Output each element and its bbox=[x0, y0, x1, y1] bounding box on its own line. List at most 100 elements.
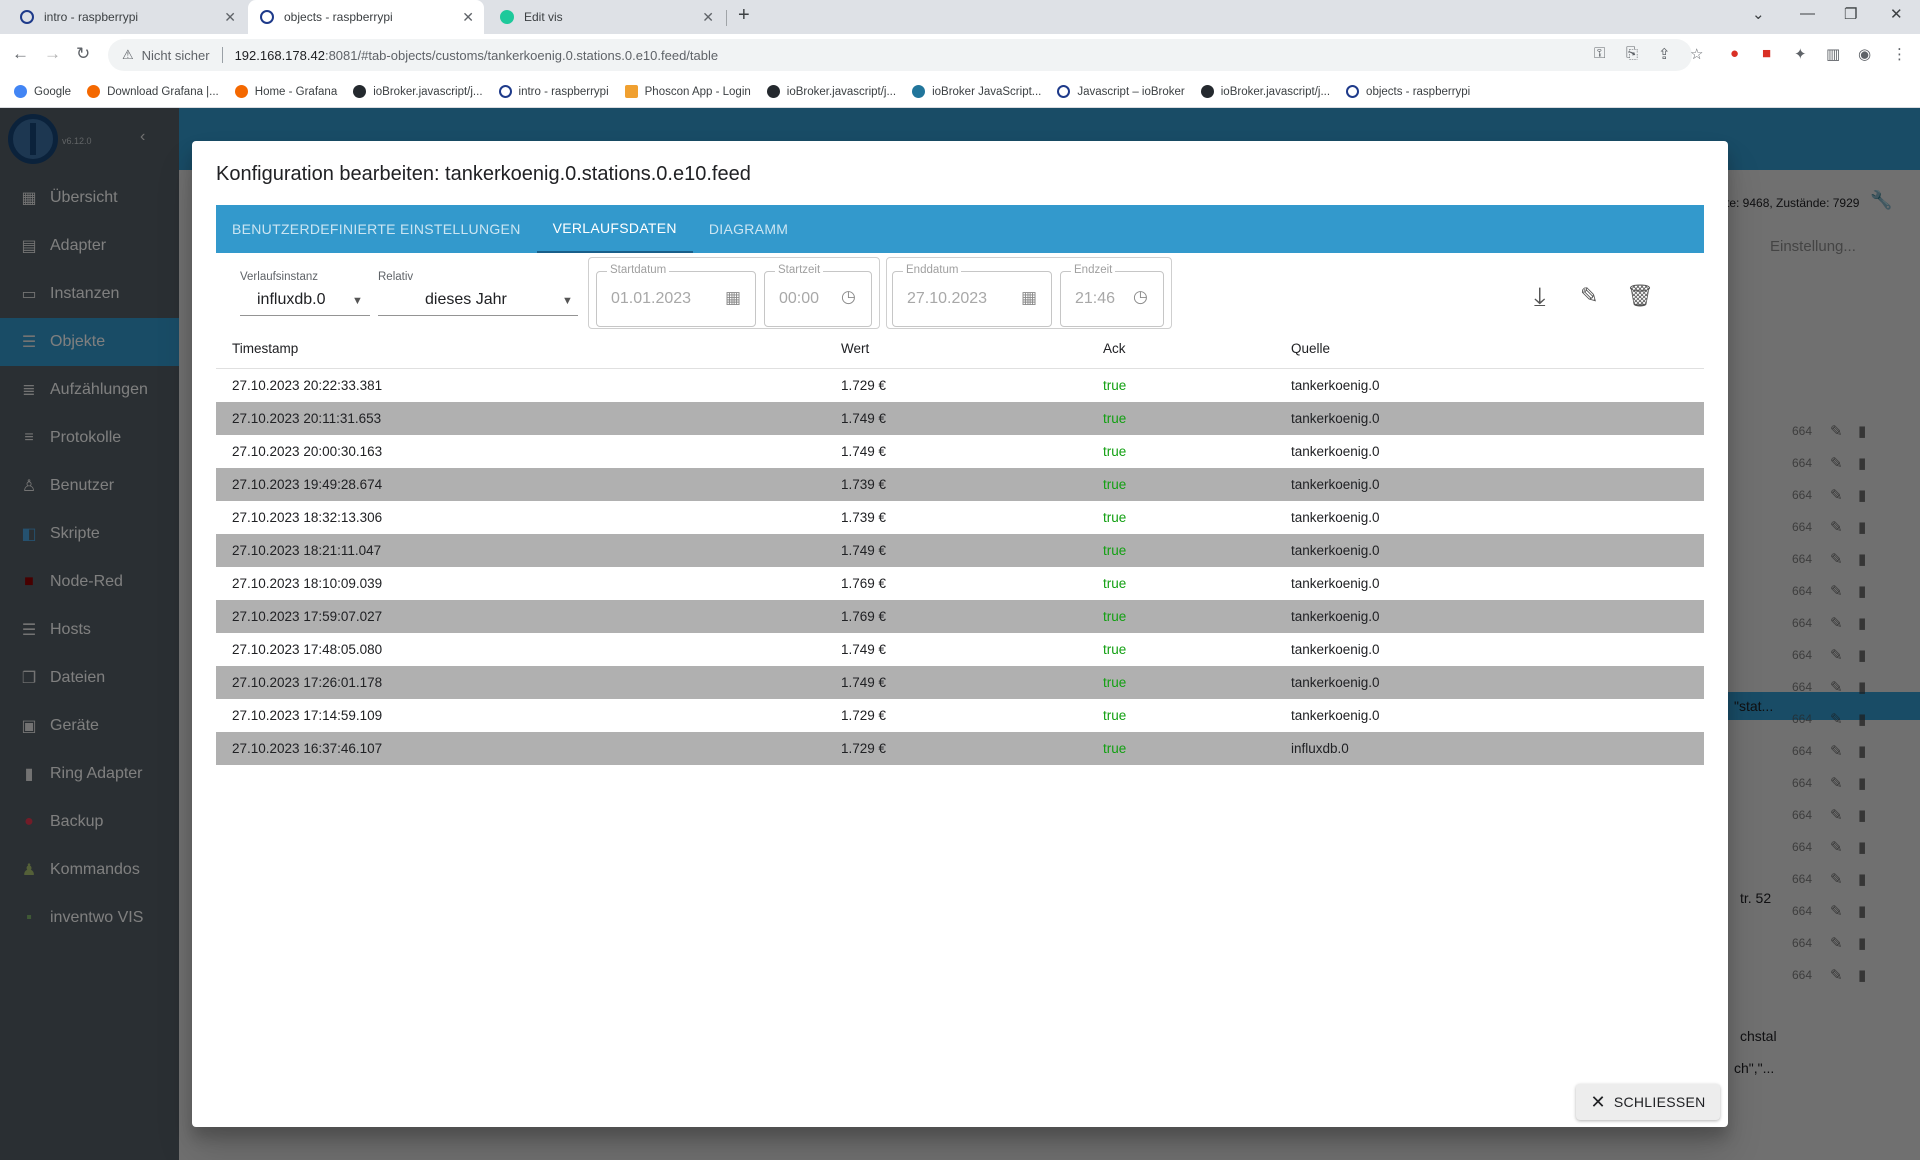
relative-range-select[interactable]: Relativ dieses Jahr ▼ bbox=[378, 257, 578, 317]
share-icon[interactable]: ⇪ bbox=[1658, 45, 1671, 63]
tab-chart[interactable]: DIAGRAMM bbox=[693, 205, 804, 253]
bookmark-intro[interactable]: intro - raspberrypi bbox=[498, 85, 609, 98]
table-row[interactable]: 27.10.2023 20:00:30.163 1.749 € true tan… bbox=[216, 435, 1704, 468]
cell-value: 1.729 € bbox=[841, 708, 887, 723]
table-row[interactable]: 27.10.2023 16:37:46.107 1.729 € true inf… bbox=[216, 732, 1704, 765]
vis-favicon-icon bbox=[500, 10, 514, 24]
reload-icon[interactable]: ↻ bbox=[76, 44, 90, 64]
bookmark-github-3[interactable]: ioBroker.javascript/j... bbox=[1200, 85, 1331, 98]
start-time-value: 00:00 bbox=[779, 290, 820, 307]
table-row[interactable]: 27.10.2023 17:48:05.080 1.749 € true tan… bbox=[216, 633, 1704, 666]
cell-source: tankerkoenig.0 bbox=[1291, 510, 1380, 525]
column-header-timestamp[interactable]: Timestamp bbox=[216, 341, 841, 356]
bookmark-label: Home - Grafana bbox=[254, 85, 338, 98]
close-tab-icon[interactable]: ✕ bbox=[224, 9, 236, 26]
iobroker-favicon-icon bbox=[20, 10, 34, 24]
back-icon[interactable]: ← bbox=[12, 44, 29, 64]
bookmark-star-icon[interactable]: ☆ bbox=[1690, 45, 1703, 63]
table-row[interactable]: 27.10.2023 17:59:07.027 1.769 € true tan… bbox=[216, 600, 1704, 633]
google-icon bbox=[14, 85, 27, 98]
table-row[interactable]: 27.10.2023 17:26:01.178 1.749 € true tan… bbox=[216, 666, 1704, 699]
browser-tab-intro[interactable]: intro - raspberrypi ✕ bbox=[8, 0, 246, 34]
new-tab-icon[interactable]: + bbox=[738, 4, 750, 27]
table-row[interactable]: 27.10.2023 17:14:59.109 1.729 € true tan… bbox=[216, 699, 1704, 732]
download-icon[interactable]: ⤓ bbox=[1534, 281, 1546, 313]
close-button[interactable]: ✕ SCHLIESSEN bbox=[1576, 1084, 1720, 1120]
start-date-value: 01.01.2023 bbox=[611, 290, 692, 307]
address-bar[interactable]: ⚠ Nicht sicher 192.168.178.42:8081/#tab-… bbox=[108, 39, 1692, 71]
table-row[interactable]: 27.10.2023 18:10:09.039 1.769 € true tan… bbox=[216, 567, 1704, 600]
cell-source: tankerkoenig.0 bbox=[1291, 642, 1380, 657]
cell-source: tankerkoenig.0 bbox=[1291, 609, 1380, 624]
table-row[interactable]: 27.10.2023 18:21:11.047 1.749 € true tan… bbox=[216, 534, 1704, 567]
history-filters: Verlaufsinstanz influxdb.0 ▼ Relativ die… bbox=[216, 257, 1704, 329]
bookmark-phoscon[interactable]: Phoscon App - Login bbox=[624, 85, 751, 98]
cell-ack: true bbox=[1103, 741, 1127, 756]
bookmark-download-grafana[interactable]: Download Grafana |... bbox=[87, 85, 219, 98]
column-header-ack[interactable]: Ack bbox=[1103, 341, 1291, 356]
bookmark-label: ioBroker.javascript/j... bbox=[1220, 85, 1331, 98]
history-instance-select[interactable]: Verlaufsinstanz influxdb.0 ▼ bbox=[240, 257, 370, 317]
column-header-source[interactable]: Quelle bbox=[1291, 341, 1704, 356]
side-panel-icon[interactable]: ▥ bbox=[1826, 45, 1840, 63]
start-time-label: Startzeit bbox=[775, 264, 824, 276]
browser-tab-edit-vis[interactable]: Edit vis ✕ bbox=[488, 0, 724, 34]
close-tab-icon[interactable]: ✕ bbox=[702, 9, 714, 26]
minimize-icon[interactable]: — bbox=[1800, 5, 1815, 22]
cell-timestamp: 27.10.2023 20:22:33.381 bbox=[232, 378, 383, 393]
cell-source: tankerkoenig.0 bbox=[1291, 708, 1380, 723]
key-icon[interactable]: ⚿ bbox=[1594, 45, 1605, 62]
start-time-field[interactable]: Startzeit 00:00 ◷ bbox=[764, 264, 872, 327]
tab-search-icon[interactable]: ⌄ bbox=[1752, 5, 1765, 23]
clock-icon[interactable]: ◷ bbox=[841, 287, 856, 307]
edit-pencil-icon[interactable]: ✎ bbox=[1580, 283, 1598, 309]
browser-tab-title: intro - raspberrypi bbox=[44, 10, 139, 24]
adblock-icon[interactable]: ● bbox=[1730, 45, 1739, 62]
bookmark-javascript-iobroker[interactable]: Javascript – ioBroker bbox=[1057, 85, 1185, 98]
forward-icon[interactable]: → bbox=[44, 44, 61, 64]
calendar-icon[interactable]: ▦ bbox=[725, 288, 741, 308]
browser-tab-objects[interactable]: objects - raspberrypi ✕ bbox=[248, 0, 484, 34]
browser-tab-title: objects - raspberrypi bbox=[284, 10, 393, 24]
close-tab-icon[interactable]: ✕ bbox=[462, 9, 474, 26]
calendar-icon[interactable]: ▦ bbox=[1021, 288, 1037, 308]
restore-icon[interactable]: ❐ bbox=[1844, 5, 1857, 23]
translate-icon[interactable]: ⎘ bbox=[1626, 45, 1638, 62]
bookmark-github-1[interactable]: ioBroker.javascript/j... bbox=[353, 85, 483, 98]
cell-timestamp: 27.10.2023 18:10:09.039 bbox=[232, 576, 383, 591]
table-row[interactable]: 27.10.2023 19:49:28.674 1.739 € true tan… bbox=[216, 468, 1704, 501]
column-header-value[interactable]: Wert bbox=[841, 341, 1103, 356]
start-date-field[interactable]: Startdatum 01.01.2023 ▦ bbox=[596, 264, 756, 327]
end-date-field[interactable]: Enddatum 27.10.2023 ▦ bbox=[892, 264, 1052, 327]
close-window-icon[interactable]: ✕ bbox=[1890, 5, 1903, 23]
bookmark-objects[interactable]: objects - raspberrypi bbox=[1346, 85, 1470, 98]
cell-value: 1.739 € bbox=[841, 477, 887, 492]
cell-timestamp: 27.10.2023 18:21:11.047 bbox=[232, 543, 382, 558]
cell-source: tankerkoenig.0 bbox=[1291, 411, 1380, 426]
extension-red-icon[interactable]: ■ bbox=[1762, 45, 1771, 62]
bookmark-github-2[interactable]: ioBroker.javascript/j... bbox=[766, 85, 896, 98]
clock-icon[interactable]: ◷ bbox=[1133, 287, 1148, 307]
cell-timestamp: 27.10.2023 17:59:07.027 bbox=[232, 609, 383, 624]
extensions-puzzle-icon[interactable]: ✦ bbox=[1794, 45, 1807, 63]
tab-history-data[interactable]: VERLAUFSDATEN bbox=[536, 205, 693, 253]
edit-config-dialog: Konfiguration bearbeiten: tankerkoenig.0… bbox=[192, 141, 1728, 1127]
tab-custom-settings[interactable]: BENUTZERDEFINIERTE EINSTELLUNGEN bbox=[216, 205, 537, 253]
bookmark-home-grafana[interactable]: Home - Grafana bbox=[234, 85, 338, 98]
bookmark-label: objects - raspberrypi bbox=[1366, 85, 1471, 98]
browser-menu-icon[interactable]: ⋮ bbox=[1892, 45, 1907, 63]
table-row[interactable]: 27.10.2023 18:32:13.306 1.739 € true tan… bbox=[216, 501, 1704, 534]
table-row[interactable]: 27.10.2023 20:11:31.653 1.749 € true tan… bbox=[216, 402, 1704, 435]
bookmark-label: ioBroker JavaScript... bbox=[932, 85, 1042, 98]
profile-avatar-icon[interactable]: ◉ bbox=[1858, 45, 1871, 63]
end-time-field[interactable]: Endzeit 21:46 ◷ bbox=[1060, 264, 1164, 327]
delete-trash-icon[interactable]: 🗑 bbox=[1626, 283, 1654, 309]
tab-separator bbox=[726, 10, 727, 26]
cell-source: tankerkoenig.0 bbox=[1291, 444, 1380, 459]
grafana-icon bbox=[234, 85, 248, 98]
bookmark-wordpress[interactable]: ioBroker JavaScript... bbox=[912, 85, 1041, 98]
table-row[interactable]: 27.10.2023 20:22:33.381 1.729 € true tan… bbox=[216, 369, 1704, 402]
bookmark-google[interactable]: Google bbox=[14, 85, 71, 98]
cell-value: 1.749 € bbox=[841, 411, 887, 426]
cell-ack: true bbox=[1103, 708, 1127, 723]
